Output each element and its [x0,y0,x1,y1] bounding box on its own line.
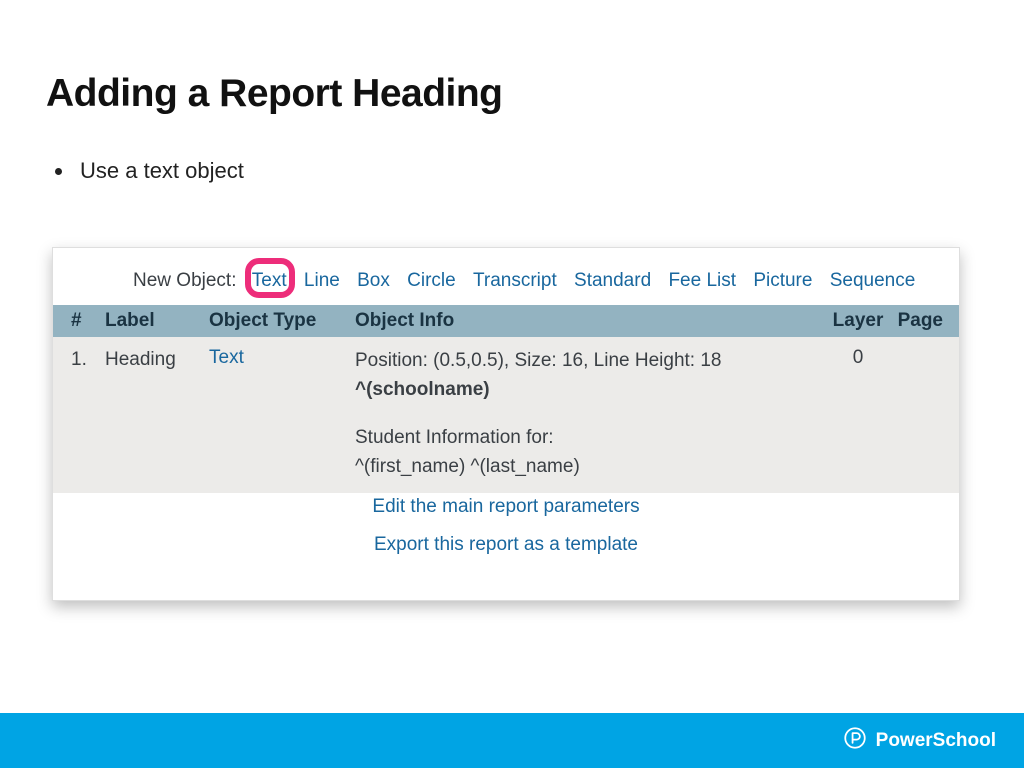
new-object-bar: New Object: Text Line Box Circle Transcr… [133,270,921,292]
table-header: # Label Object Type Object Info Layer Pa… [53,305,959,337]
row-label: Heading [105,347,209,371]
new-object-label: New Object: [133,270,236,291]
row-info: Position: (0.5,0.5), Size: 16, Line Heig… [355,347,823,481]
table-row: 1. Heading Text Position: (0.5,0.5), Siz… [53,337,959,493]
row-info-studentname: ^(first_name) ^(last_name) [355,453,823,482]
new-object-link-sequence[interactable]: Sequence [830,270,916,291]
row-layer: 0 [823,347,893,369]
new-object-link-transcript[interactable]: Transcript [473,270,557,291]
column-header-page: Page [893,310,949,332]
edit-report-link[interactable]: Edit the main report parameters [372,496,639,517]
new-object-link-box[interactable]: Box [357,270,390,291]
brand-bar: PowerSchool [0,713,1024,768]
panel-footer-links: Edit the main report parameters Export t… [53,488,959,564]
slide: Adding a Report Heading Use a text objec… [0,0,1024,768]
brand: PowerSchool [842,725,996,757]
column-header-label: Label [105,310,209,332]
new-object-link-picture[interactable]: Picture [753,270,812,291]
new-object-link-circle[interactable]: Circle [407,270,456,291]
new-object-link-text[interactable]: Text [252,270,287,291]
row-type-link[interactable]: Text [209,347,244,368]
new-object-link-line[interactable]: Line [304,270,340,291]
column-header-layer: Layer [823,310,893,332]
slide-title: Adding a Report Heading [46,72,503,116]
row-info-studentinfo-label: Student Information for: [355,424,823,453]
bullet-text: Use a text object [80,158,244,184]
column-header-info: Object Info [355,310,823,332]
column-header-type: Object Type [209,310,355,332]
report-panel: New Object: Text Line Box Circle Transcr… [52,247,960,601]
new-object-link-standard[interactable]: Standard [574,270,651,291]
export-report-link[interactable]: Export this report as a template [374,534,638,555]
column-header-number: # [71,310,105,332]
row-info-position: Position: (0.5,0.5), Size: 16, Line Heig… [355,347,823,376]
row-number: 1. [71,347,105,371]
powerschool-logo-icon [842,725,868,757]
new-object-link-feelist[interactable]: Fee List [668,270,736,291]
brand-name: PowerSchool [876,730,996,752]
bullet-item: Use a text object [55,158,244,184]
row-info-schoolname: ^(schoolname) [355,376,823,405]
bullet-dot-icon [55,168,62,175]
